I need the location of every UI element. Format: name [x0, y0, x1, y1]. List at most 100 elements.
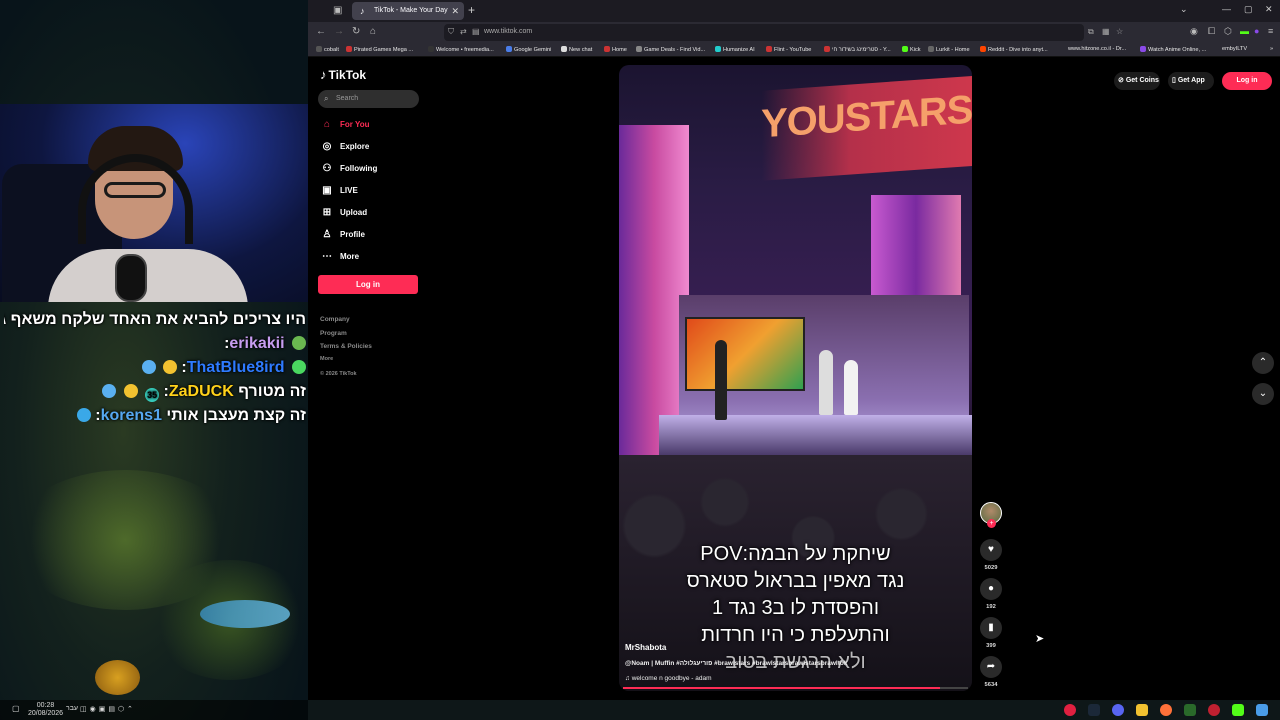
nav-for-you[interactable]: ⌂ For You [320, 118, 370, 132]
get-coins-button[interactable]: ⊘ Get Coins [1114, 72, 1160, 90]
app-icon[interactable] [1208, 704, 1220, 716]
forward-icon[interactable]: → [334, 26, 344, 37]
bookmark-item[interactable]: Game Deals - Find Vid... [636, 46, 705, 53]
bookmark-item[interactable]: Watch Anime Online, ... [1140, 46, 1206, 53]
sidebar-toggle-icon[interactable]: ▣ [333, 5, 345, 17]
nav-following[interactable]: ⚇ Following [320, 162, 378, 176]
footer-terms[interactable]: Terms & Policies [320, 343, 372, 350]
next-video-button[interactable]: ⌄ [1252, 383, 1274, 405]
app-icon[interactable] [1232, 704, 1244, 716]
tiktok-logo[interactable]: ♪ TikTok [320, 67, 366, 82]
new-tab-icon[interactable]: + [468, 3, 475, 17]
firefox-icon[interactable] [1160, 704, 1172, 716]
extensions-puzzle-icon[interactable]: ⧠ [1208, 26, 1215, 37]
comment-count: 192 [986, 604, 996, 610]
bookmark-label: Game Deals - Find Vid... [644, 47, 706, 53]
app-icon[interactable] [1256, 704, 1268, 716]
previous-video-button[interactable]: ⌃ [1252, 352, 1274, 374]
bookmark-item[interactable]: Humanize AI [715, 46, 755, 53]
chat-message: היו צריכים להביא את האחד שלקח משאף גיימי… [4, 308, 306, 332]
pip-icon[interactable]: ⧉ [1088, 27, 1094, 37]
bookmark-item[interactable]: New chat [561, 46, 592, 53]
video-music[interactable]: ♫ welcome n goodbye - adam [625, 675, 712, 682]
steam-icon[interactable] [1088, 704, 1100, 716]
chat-username: korens1 [100, 407, 162, 424]
extension-icon[interactable]: ⬡ [1224, 26, 1232, 37]
folder-icon[interactable] [1136, 704, 1148, 716]
url-bar[interactable]: ⛉ ⇄ ▤ www.tiktok.com ⧉ ▦ ☆ [444, 24, 1123, 41]
header-login-button[interactable]: Log in [1222, 72, 1272, 90]
save-button[interactable]: ▮ [980, 617, 1002, 639]
video-description[interactable]: @Noam | Muffin #פוריעגלולה #brawlstars #… [625, 660, 965, 667]
profile-icon[interactable]: ● [1254, 26, 1259, 36]
bookmark-item[interactable]: Kick [902, 46, 921, 53]
menu-icon[interactable]: ≡ [1268, 26, 1273, 36]
bookmark-item[interactable]: Welcome • freemedia... [428, 46, 494, 53]
home-icon[interactable]: ⌂ [370, 26, 376, 37]
bookmark-item[interactable]: www.hitzone.co.il - Dr... [1068, 46, 1126, 52]
shield-icon[interactable]: ⛉ [448, 27, 454, 37]
search-input[interactable]: ⌕ Search [318, 90, 419, 108]
microphone [115, 254, 147, 302]
reader-icon[interactable]: ▦ [1102, 27, 1110, 36]
author-avatar[interactable]: + [980, 502, 1002, 528]
bookmark-item[interactable]: Pirated Games Mega ... [346, 46, 413, 53]
upload-icon: ⊞ [322, 207, 332, 218]
follow-plus-icon[interactable]: + [987, 519, 996, 528]
minimize-icon[interactable]: — [1222, 4, 1231, 14]
video-progress-bar[interactable] [623, 687, 968, 689]
bookmark-item[interactable]: סטרימינג בשידור חי - Y... [824, 46, 891, 53]
more-bookmarks-icon[interactable]: » [1270, 46, 1273, 52]
reload-icon[interactable]: ↻ [352, 26, 360, 37]
bookmark-icon [346, 46, 352, 52]
taskbar-clock[interactable]: 00:28 20/08/2026 [28, 702, 63, 718]
url-text[interactable]: www.tiktok.com [484, 28, 532, 35]
bookmark-item[interactable]: embyILTV [1222, 46, 1247, 52]
nav-live[interactable]: ▣ LIVE [320, 184, 358, 198]
bookmark-icon [561, 46, 567, 52]
footer-more[interactable]: More [320, 356, 333, 362]
language-indicator[interactable]: עבר [66, 705, 78, 712]
get-app-button[interactable]: ▯ Get App [1168, 72, 1214, 90]
extension-icon[interactable]: ◉ [1190, 26, 1198, 37]
lock-icon[interactable]: ▤ [472, 27, 480, 36]
tab-tiktok[interactable]: ♪ TikTok - Make Your Day ✕ [352, 2, 464, 20]
notification-icon[interactable]: ▢ [12, 704, 20, 713]
bookmark-star-icon[interactable]: ☆ [1116, 27, 1123, 36]
coin-icon: ⊘ [1118, 77, 1124, 84]
comment-button[interactable]: ● [980, 578, 1002, 600]
footer-company[interactable]: Company [320, 316, 350, 323]
bookmark-icon: ▮ [988, 622, 994, 633]
bookmark-icon [316, 46, 322, 52]
bookmark-item[interactable]: Home [604, 46, 627, 53]
bookmark-label: Kick [910, 47, 921, 53]
maximize-icon[interactable]: ▢ [1244, 4, 1253, 15]
like-button[interactable]: ♥ [980, 539, 1002, 561]
close-tab-icon[interactable]: ✕ [451, 2, 459, 20]
performer [819, 350, 833, 415]
sidebar-login-button[interactable]: Log in [318, 275, 418, 294]
back-icon[interactable]: ← [316, 26, 326, 37]
nav-upload[interactable]: ⊞ Upload [320, 206, 367, 220]
permissions-icon[interactable]: ⇄ [460, 27, 467, 36]
discord-icon[interactable] [1112, 704, 1124, 716]
extension-icon[interactable]: ▬ [1240, 26, 1249, 36]
nav-profile[interactable]: ♙ Profile [320, 228, 365, 242]
tab-list-icon[interactable]: ⌄ [1180, 4, 1188, 15]
system-tray-icons[interactable]: ◫◉▣▤⬡⌃ [80, 705, 136, 713]
nav-explore[interactable]: ◎ Explore [320, 140, 370, 154]
video-author[interactable]: MrShabota [625, 643, 666, 652]
share-button[interactable]: ➦ [980, 656, 1002, 678]
bookmark-item[interactable]: Reddit - Dive into anyt... [980, 46, 1048, 53]
tab-bar: ▣ ♪ TikTok - Make Your Day ✕ + ⌄ — ▢ ✕ [308, 0, 1280, 22]
nav-more[interactable]: ⋯ More [320, 250, 359, 264]
bookmark-item[interactable]: Lurkit - Home [928, 46, 970, 53]
bookmark-item[interactable]: Google Gemini [506, 46, 551, 53]
app-icon[interactable] [1184, 704, 1196, 716]
footer-program[interactable]: Program [320, 330, 347, 337]
video-player[interactable]: YOUSTARS שיחקת על הבמה:POV נגד מאפין בבר… [619, 65, 972, 691]
app-icon[interactable] [1064, 704, 1076, 716]
bookmark-item[interactable]: Flint - YouTube [766, 46, 811, 53]
close-window-icon[interactable]: ✕ [1265, 4, 1273, 15]
bookmark-item[interactable]: cobalt [316, 46, 339, 53]
